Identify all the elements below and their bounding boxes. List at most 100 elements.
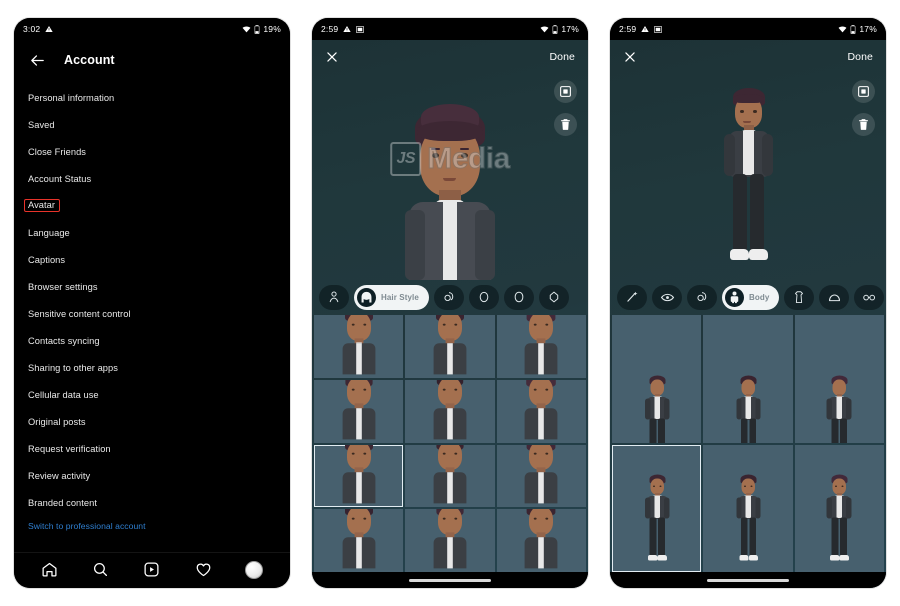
search-icon[interactable] xyxy=(91,560,110,579)
done-button[interactable]: Done xyxy=(847,51,873,63)
category-eyebrow-icon[interactable] xyxy=(687,284,717,310)
close-icon[interactable] xyxy=(325,50,339,64)
trash-icon[interactable] xyxy=(852,113,875,136)
avatar-thumbnail[interactable] xyxy=(496,444,586,508)
avatar-body-thumbnail[interactable] xyxy=(794,315,884,443)
avatar-body-thumbnail[interactable] xyxy=(612,315,702,443)
status-bar-3: 2:59 17% xyxy=(610,18,886,40)
profile-avatar[interactable] xyxy=(245,560,264,579)
menu-item-review-activity[interactable]: Review activity xyxy=(14,462,290,489)
switch-to-professional-account-link[interactable]: Switch to professional account xyxy=(14,516,290,537)
phone-3-avatar-body-editor: 2:59 17% Done Body xyxy=(610,18,886,588)
menu-item-sharing-to-other-apps[interactable]: Sharing to other apps xyxy=(14,354,290,381)
menu-item-label: Browser settings xyxy=(28,281,98,292)
instagram-account-screen: Account Personal information Saved Close… xyxy=(14,40,290,588)
avatar-body-thumbnail-selected[interactable] xyxy=(612,444,702,572)
avatar-body-thumbnail[interactable] xyxy=(794,444,884,572)
menu-item-label: Personal information xyxy=(28,92,115,103)
menu-item-request-verification[interactable]: Request verification xyxy=(14,435,290,462)
menu-item-label: Avatar xyxy=(24,198,61,213)
menu-item-label: Account Status xyxy=(28,173,92,184)
head-shape-icon xyxy=(545,288,563,306)
category-hair-color-icon[interactable] xyxy=(433,284,464,310)
category-head-shape-icon[interactable] xyxy=(538,284,569,310)
avatar-thumbnail[interactable] xyxy=(405,379,495,443)
avatar-editor-screen-body: Done Body xyxy=(610,40,886,588)
avatar-body-thumbnail[interactable] xyxy=(703,444,793,572)
avatar-body-grid[interactable] xyxy=(610,315,886,572)
category-glasses-icon[interactable] xyxy=(854,284,885,310)
avatar-preview-stage xyxy=(610,74,886,279)
category-body[interactable]: Body xyxy=(722,284,780,310)
battery-percent: 19% xyxy=(263,24,281,34)
category-eyes-icon[interactable] xyxy=(652,284,682,310)
face-shape-alt-icon xyxy=(510,288,528,306)
avatar-thumbnail[interactable] xyxy=(405,509,495,572)
menu-item-browser-settings[interactable]: Browser settings xyxy=(14,273,290,300)
battery-percent: 17% xyxy=(561,24,579,34)
menu-item-label: Close Friends xyxy=(28,146,87,157)
selfie-camera-icon[interactable] xyxy=(554,80,577,103)
heart-icon[interactable] xyxy=(194,560,213,579)
reels-icon[interactable] xyxy=(142,560,161,579)
avatar-thumbnail[interactable] xyxy=(405,444,495,508)
menu-item-captions[interactable]: Captions xyxy=(14,246,290,273)
avatar-thumbnail[interactable] xyxy=(405,315,495,378)
avatar-thumbnail[interactable] xyxy=(496,315,586,378)
menu-item-sensitive-content-control[interactable]: Sensitive content control xyxy=(14,300,290,327)
menu-item-label: Request verification xyxy=(28,443,111,454)
hat-icon xyxy=(825,288,843,306)
menu-item-cellular-data-use[interactable]: Cellular data use xyxy=(14,381,290,408)
menu-item-personal-information[interactable]: Personal information xyxy=(14,84,290,111)
menu-item-close-friends[interactable]: Close Friends xyxy=(14,138,290,165)
menu-item-original-posts[interactable]: Original posts xyxy=(14,408,290,435)
warning-triangle-icon xyxy=(641,25,650,33)
done-button[interactable]: Done xyxy=(549,51,575,63)
selfie-camera-icon[interactable] xyxy=(852,80,875,103)
avatar-category-strip[interactable]: Body xyxy=(610,279,886,315)
avatar-thumbnail[interactable] xyxy=(314,379,404,443)
avatar-thumbnail[interactable] xyxy=(314,315,404,378)
category-face-shape-alt-icon[interactable] xyxy=(503,284,534,310)
glasses-icon xyxy=(860,288,878,306)
category-label: Hair Style xyxy=(381,292,419,302)
editor-header: Done xyxy=(312,40,588,74)
menu-item-account-status[interactable]: Account Status xyxy=(14,165,290,192)
back-arrow-icon[interactable] xyxy=(28,51,46,69)
avatar-thumbnail[interactable] xyxy=(314,509,404,572)
warning-triangle-icon xyxy=(45,25,54,33)
category-label: Body xyxy=(749,292,770,302)
category-hair-style[interactable]: Hair Style xyxy=(354,284,429,310)
menu-item-branded-content[interactable]: Branded content xyxy=(14,489,290,516)
battery-icon xyxy=(552,24,558,34)
avatar-body-thumbnail[interactable] xyxy=(703,315,793,443)
editor-header: Done xyxy=(610,40,886,74)
avatar-thumbnail-selected[interactable] xyxy=(314,444,404,508)
menu-item-language[interactable]: Language xyxy=(14,219,290,246)
avatar-preview-fullbody xyxy=(700,86,796,271)
home-indicator[interactable] xyxy=(409,578,491,582)
menu-item-label: Review activity xyxy=(28,470,91,481)
category-hat-icon[interactable] xyxy=(819,284,850,310)
menu-item-contacts-syncing[interactable]: Contacts syncing xyxy=(14,327,290,354)
category-face-shape-icon[interactable] xyxy=(468,284,499,310)
status-time: 2:59 xyxy=(619,24,637,34)
home-indicator[interactable] xyxy=(707,578,789,582)
category-outfit-icon[interactable] xyxy=(784,284,815,310)
screenshot-stage: 3:02 19% Account Personal information Sa… xyxy=(0,0,900,606)
close-icon[interactable] xyxy=(623,50,637,64)
phone-2-avatar-hairstyle-editor: 2:59 17% Done JS Media Hair Style xyxy=(312,18,588,588)
menu-item-label: Saved xyxy=(28,119,55,130)
category-magic-wand-icon[interactable] xyxy=(617,284,647,310)
menu-item-saved[interactable]: Saved xyxy=(14,111,290,138)
avatar-thumbnail[interactable] xyxy=(496,509,586,572)
avatar-thumbnail[interactable] xyxy=(496,379,586,443)
avatar-hairstyle-grid[interactable] xyxy=(312,315,588,572)
category-person-outline-icon[interactable] xyxy=(319,284,349,310)
menu-item-avatar[interactable]: Avatar xyxy=(14,192,290,219)
home-icon[interactable] xyxy=(40,560,59,579)
avatar-category-strip[interactable]: Hair Style xyxy=(312,279,588,315)
trash-icon[interactable] xyxy=(554,113,577,136)
avatar xyxy=(245,560,264,579)
account-settings-list: Personal information Saved Close Friends… xyxy=(14,80,290,552)
